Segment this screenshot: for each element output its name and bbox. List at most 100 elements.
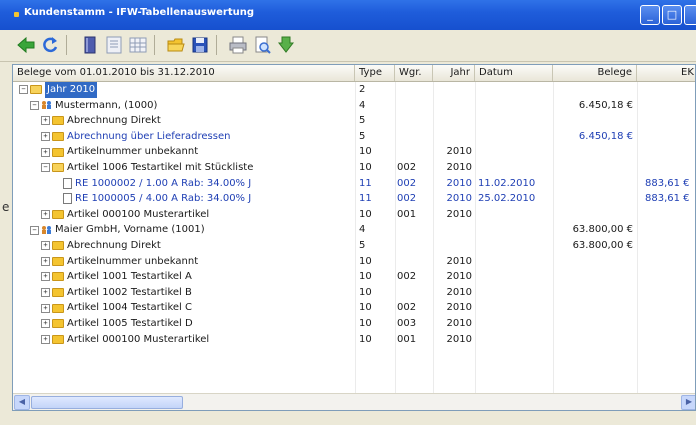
tree-item: + Abrechnung Direkt	[41, 238, 161, 254]
scroll-left-icon[interactable]: ◀	[14, 395, 30, 410]
table-row[interactable]: RE 1000002 / 1.00 A Rab: 34.00% J 11 002 20…	[13, 176, 695, 192]
tree-item-label: Mustermann, (1000)	[55, 99, 158, 111]
belege-cell	[553, 316, 637, 332]
expand-icon[interactable]: +	[41, 116, 50, 126]
wgr-cell: 001	[397, 333, 417, 345]
belege-cell: 63.800,00 €	[572, 224, 633, 236]
export-icon[interactable]	[276, 35, 296, 55]
list-view-icon[interactable]	[104, 35, 124, 55]
scrollbar-thumb[interactable]	[31, 396, 183, 409]
close-button[interactable]	[684, 5, 696, 25]
datum-cell	[475, 207, 553, 223]
jahr-cell	[433, 222, 475, 238]
tree-item: + Artikel 000100 Musterartikel	[41, 332, 209, 348]
table-row[interactable]: + Abrechnung Direkt 5 63.800,00 €	[13, 238, 695, 254]
table-row[interactable]: + Artikel 1005 Testartikel D 10 003 2010	[13, 316, 695, 332]
wgr-cell	[395, 222, 433, 238]
belege-cell	[553, 144, 637, 160]
type-cell: 10	[359, 255, 372, 267]
tree-item: − Maier GmbH, Vorname (1001)	[30, 222, 205, 238]
column-header-wgr[interactable]: Wgr.	[395, 65, 433, 81]
tree-cell: + Artikelnummer unbekannt	[13, 144, 355, 160]
scroll-right-icon[interactable]: ▶	[681, 395, 695, 410]
table-row[interactable]: + Artikel 1001 Testartikel A 10 002 2010	[13, 269, 695, 285]
table-row[interactable]: + Artikelnummer unbekannt 10 2010	[13, 144, 695, 160]
collapse-icon[interactable]: −	[30, 100, 39, 110]
tree-item: + Artikel 1001 Testartikel A	[41, 269, 192, 285]
open-folder-icon[interactable]	[166, 35, 186, 55]
table-row[interactable]: + Abrechnung Direkt 5	[13, 113, 695, 129]
side-mark: e	[2, 200, 10, 214]
collapse-icon[interactable]: −	[19, 85, 28, 95]
ek-cell	[637, 98, 695, 114]
tree-item-label: Artikel 000100 Musterartikel	[67, 333, 210, 345]
wgr-cell: 002	[397, 193, 417, 205]
results-tree-table[interactable]: Belege vom 01.01.2010 bis 31.12.2010 Typ…	[12, 64, 696, 411]
expand-icon[interactable]: +	[41, 272, 50, 282]
column-header-jahr[interactable]: Jahr	[433, 65, 475, 81]
tree-item-label: Abrechnung über Lieferadressen	[67, 130, 231, 142]
tree-item-label: Jahr 2010	[45, 82, 98, 98]
collapse-icon[interactable]: −	[41, 163, 50, 173]
table-row[interactable]: + Artikel 1004 Testartikel C 10 002 2010	[13, 300, 695, 316]
column-header-type[interactable]: Type	[355, 65, 395, 81]
print-icon[interactable]	[228, 35, 248, 55]
table-row[interactable]: + Artikel 000100 Musterartikel 10 001 2010	[13, 207, 695, 223]
type-cell: 4	[359, 224, 366, 236]
table-row[interactable]: − Jahr 2010 2	[13, 82, 695, 98]
expand-icon[interactable]: +	[41, 303, 50, 313]
column-header-datum[interactable]: Datum	[475, 65, 553, 81]
belege-cell	[553, 269, 637, 285]
minimize-button[interactable]: _	[640, 5, 660, 25]
jahr-cell: 2010	[446, 146, 472, 158]
expand-icon[interactable]: +	[41, 147, 50, 157]
collapse-icon[interactable]: −	[30, 225, 39, 235]
expand-icon[interactable]: +	[41, 256, 50, 266]
maximize-button[interactable]: □	[662, 5, 682, 25]
print-preview-icon[interactable]	[252, 35, 272, 55]
type-cell: 10	[359, 271, 372, 283]
expand-icon[interactable]: +	[41, 210, 50, 220]
wgr-cell	[395, 285, 433, 301]
jahr-cell	[433, 129, 475, 145]
horizontal-scrollbar[interactable]: ◀ ▶	[13, 393, 695, 410]
expand-icon[interactable]: +	[41, 241, 50, 251]
table-row[interactable]: + Abrechnung über Lieferadressen 5 6.450,18…	[13, 129, 695, 145]
table-row[interactable]: + Artikel 1002 Testartikel B 10 2010	[13, 285, 695, 301]
ek-cell	[637, 300, 695, 316]
tree-cell: + Artikel 1001 Testartikel A	[13, 269, 355, 285]
table-row[interactable]: − Maier GmbH, Vorname (1001) 4 63.800,00 €	[13, 222, 695, 238]
table-row[interactable]: + Artikelnummer unbekannt 10 2010	[13, 254, 695, 270]
grid-view-icon[interactable]	[128, 35, 148, 55]
datum-cell	[475, 254, 553, 270]
belege-cell: 6.450,18 €	[578, 99, 633, 111]
book-icon[interactable]	[80, 35, 100, 55]
type-cell: 10	[359, 333, 372, 345]
expand-icon[interactable]: +	[41, 319, 50, 329]
customer-icon	[41, 100, 52, 110]
ek-cell	[637, 82, 695, 98]
jahr-cell	[433, 113, 475, 129]
column-header-name[interactable]: Belege vom 01.01.2010 bis 31.12.2010	[13, 65, 355, 81]
expand-icon[interactable]: +	[41, 132, 50, 142]
column-header-ek[interactable]: EK	[637, 65, 695, 81]
table-row[interactable]: + Artikel 000100 Musterartikel 10 001 2010	[13, 332, 695, 348]
table-row[interactable]: RE 1000005 / 4.00 A Rab: 34.00% J 11 002 20…	[13, 191, 695, 207]
column-header-belege[interactable]: Belege	[553, 65, 637, 81]
tree-cell: − Jahr 2010	[13, 82, 355, 98]
save-icon[interactable]	[190, 35, 210, 55]
table-row[interactable]: − Mustermann, (1000) 4 6.450,18 €	[13, 98, 695, 114]
refresh-icon[interactable]	[40, 35, 60, 55]
app-window: Kundenstamm - IFW-Tabellenauswertung _ □	[0, 0, 696, 425]
expand-icon[interactable]: +	[41, 288, 50, 298]
type-cell: 5	[359, 115, 366, 127]
datum-cell	[475, 160, 553, 176]
belege-cell	[553, 207, 637, 223]
wgr-cell	[395, 113, 433, 129]
tree-item: − Jahr 2010	[19, 82, 98, 98]
back-arrow-icon[interactable]	[16, 35, 36, 55]
folder-icon	[52, 241, 64, 251]
expand-icon[interactable]: +	[41, 334, 50, 344]
table-row[interactable]: − Artikel 1006 Testartikel mit Stückliste…	[13, 160, 695, 176]
datum-cell	[475, 316, 553, 332]
